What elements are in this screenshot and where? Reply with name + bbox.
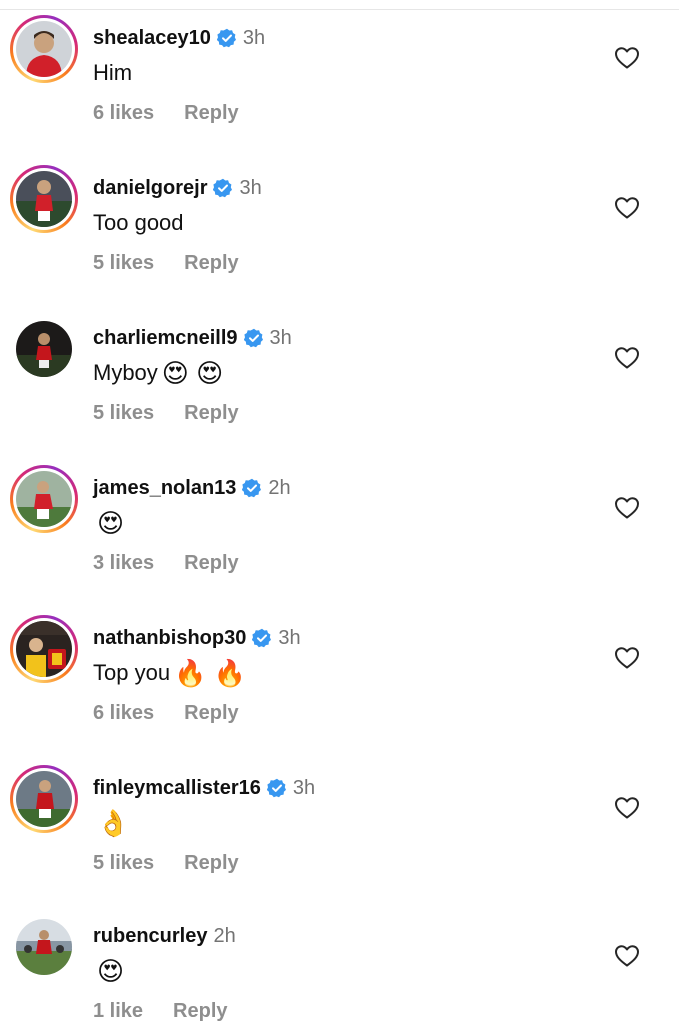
comment-username[interactable]: james_nolan13 [93,476,236,500]
avatar [16,771,72,827]
avatar [16,171,72,227]
comment-body: Too good [93,210,184,235]
likes-count[interactable]: 3 likes [93,551,154,575]
reply-button[interactable]: Reply [184,701,238,725]
top-divider [0,9,679,10]
comment-body: Him [93,60,133,85]
comment-time: 3h [292,777,316,799]
avatar-story-ring[interactable] [10,15,78,83]
comment-time: 3h [269,327,292,349]
comment-body: Myboy [93,360,158,385]
heart-icon[interactable] [614,196,640,220]
comment-text: Myboy 😍 😍 [93,359,223,387]
verified-badge-icon [242,478,262,498]
comment-time: 2h [213,925,236,947]
likes-count[interactable]: 6 likes [93,701,154,725]
comment-username[interactable]: rubencurley [93,924,207,948]
comment-text: 😍 [93,509,124,537]
comment-username[interactable]: nathanbishop30 [93,626,246,650]
likes-count[interactable]: 6 likes [93,101,154,125]
comment-item: nathanbishop30 3h Top you 🔥 🔥 6 likes Re… [0,612,679,725]
comment-emoji: 👌 [97,808,130,838]
comment-text: Him [93,59,136,87]
avatar-story-ring[interactable] [10,165,78,233]
reply-button[interactable]: Reply [184,401,238,425]
comment-username[interactable]: charliemcneill9 [93,326,238,350]
comment-emoji: 😍 [97,956,125,986]
comment-item: danielgorejr 3h Too good 5 likes Reply [0,162,679,275]
heart-icon[interactable] [614,346,640,370]
verified-badge-icon [266,778,286,798]
comment-emoji: 😍 [97,508,125,538]
heart-icon[interactable] [614,944,640,968]
verified-badge-icon [216,28,236,48]
avatar [16,21,72,77]
comment-item: rubencurley 2h 😍 1 like Reply [0,910,679,1023]
comment-text: 👌 [93,809,129,837]
likes-count[interactable]: 5 likes [93,851,154,875]
comment-body: Top you [93,660,171,685]
comment-username[interactable]: finleymcallister16 [93,776,261,800]
avatar [16,621,72,677]
comment-time: 3h [239,177,262,199]
comment-text: Too good [93,209,188,237]
reply-button[interactable]: Reply [184,101,238,125]
avatar-story-ring[interactable] [10,465,78,533]
comment-item: james_nolan13 2h 😍 3 likes Reply [0,462,679,575]
verified-badge-icon [252,628,272,648]
comment-emoji: 🔥 🔥 [174,658,247,688]
comment-time: 3h [242,27,266,49]
comment-text: 😍 [93,957,124,985]
reply-button[interactable]: Reply [184,551,238,575]
avatar [16,471,72,527]
comment-username[interactable]: shealacey10 [93,26,211,50]
heart-icon[interactable] [614,646,640,670]
avatar-container[interactable] [10,913,78,981]
comment-username[interactable]: danielgorejr [93,176,207,200]
comment-item: charliemcneill9 3h Myboy 😍 😍 5 likes Rep… [0,312,679,425]
reply-button[interactable]: Reply [184,851,238,875]
avatar-container[interactable] [10,315,78,383]
comment-emoji: 😍 😍 [161,358,224,388]
avatar-story-ring[interactable] [10,615,78,683]
likes-count[interactable]: 5 likes [93,401,154,425]
avatar [16,919,72,975]
reply-button[interactable]: Reply [184,251,238,275]
comment-time: 2h [268,477,291,499]
comment-text: Top you 🔥 🔥 [93,659,246,687]
avatar [16,321,72,377]
heart-icon[interactable] [614,796,640,820]
comment-item: shealacey10 3h Him 6 likes Reply [0,12,679,125]
reply-button[interactable]: Reply [173,999,227,1023]
heart-icon[interactable] [614,496,640,520]
heart-icon[interactable] [614,46,640,70]
comment-item: finleymcallister16 3h 👌 5 likes Reply [0,762,679,875]
likes-count[interactable]: 5 likes [93,251,154,275]
verified-badge-icon [243,328,263,348]
avatar-story-ring[interactable] [10,765,78,833]
comment-time: 3h [278,627,301,649]
verified-badge-icon [213,178,233,198]
likes-count[interactable]: 1 like [93,999,143,1023]
